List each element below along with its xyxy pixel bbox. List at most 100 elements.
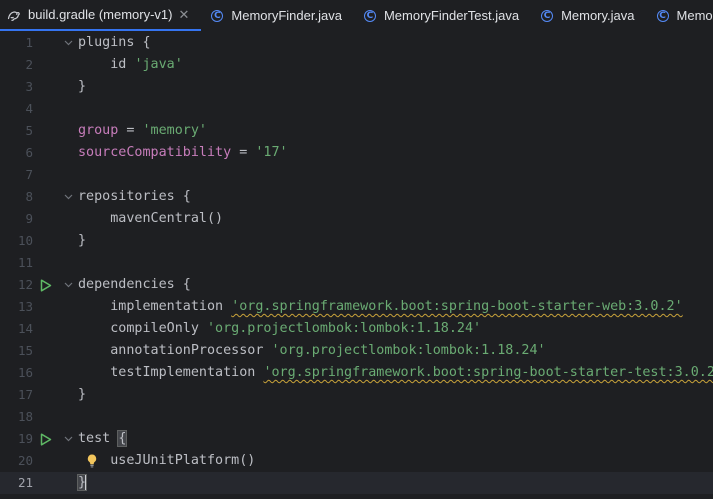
fold-chevron-icon[interactable] <box>63 186 73 208</box>
line-number: 6 <box>25 145 33 160</box>
code-text: sourceCompatibility = '17' <box>78 142 288 164</box>
line-number: 12 <box>17 277 33 292</box>
code-line[interactable]: 1 plugins { <box>0 32 713 54</box>
line-number: 4 <box>25 101 33 116</box>
code-line[interactable]: 3} <box>0 76 713 98</box>
fold-chevron-icon[interactable] <box>63 32 73 54</box>
tab-label: MemoryFinderTest.java <box>383 8 520 23</box>
code-string: 'org.projectlombok:lombok:1.18.24' <box>207 321 482 336</box>
java-class-icon: C <box>539 8 555 24</box>
editor-tab-bar: build.gradle (memory-v1) ✕ C MemoryFinder.j… <box>0 0 713 32</box>
code-line[interactable]: 20 useJUnitPlatform() <box>0 450 713 472</box>
line-number: 14 <box>17 321 33 336</box>
code-line[interactable]: 18 <box>0 406 713 428</box>
line-number: 9 <box>25 211 33 226</box>
tab-memoryc[interactable]: C MemoryC <box>647 0 713 31</box>
tab-memoryfindertest-java[interactable]: C MemoryFinderTest.java <box>354 0 531 31</box>
tab-label: MemoryFinder.java <box>231 8 342 23</box>
code-string: 'memory' <box>142 123 208 138</box>
code-token: = <box>118 123 143 138</box>
code-line[interactable]: 19 test { <box>0 428 713 450</box>
code-line[interactable]: 12 dependencies { <box>0 274 713 296</box>
code-text: repositories { <box>78 186 191 208</box>
code-text: id 'java' <box>78 54 183 76</box>
code-token: implementation <box>78 299 232 314</box>
code-token: plugins { <box>78 35 151 50</box>
code-line[interactable]: 6 sourceCompatibility = '17' <box>0 142 713 164</box>
line-number: 15 <box>17 343 33 358</box>
line-number: 8 <box>25 189 33 204</box>
code-keyword: group <box>78 123 119 138</box>
tab-build-gradle-memory-v1[interactable]: build.gradle (memory-v1) ✕ <box>0 0 202 31</box>
code-editor[interactable]: 1 plugins {2 id 'java' 3} 4 5 group = 'memory… <box>0 31 713 499</box>
code-line[interactable]: 13 implementation 'org.springframework.b… <box>0 296 713 318</box>
line-number: 21 <box>17 475 33 490</box>
gradle-icon <box>6 7 22 23</box>
code-line[interactable]: 10} <box>0 230 713 252</box>
tab-label: Memory.java <box>561 8 635 23</box>
code-keyword: sourceCompatibility <box>78 145 232 160</box>
code-text: dependencies { <box>78 274 191 296</box>
tab-label: MemoryC <box>676 8 713 23</box>
code-token: } <box>78 79 87 94</box>
code-text: test { <box>78 428 128 450</box>
code-text: } <box>76 472 88 494</box>
run-gutter-icon[interactable] <box>39 428 53 450</box>
code-string: '17' <box>255 145 288 160</box>
line-number: 5 <box>25 123 33 138</box>
code-token: useJUnitPlatform() <box>78 453 256 468</box>
java-class-icon: C <box>209 8 225 24</box>
code-string: 'org.springframework.boot:spring-boot-st… <box>263 365 713 380</box>
code-line[interactable]: 14 compileOnly 'org.projectlombok:lombok… <box>0 318 713 340</box>
code-text: plugins { <box>78 32 151 54</box>
tab-memory-java[interactable]: C Memory.java <box>531 0 646 31</box>
code-line[interactable]: 15 annotationProcessor 'org.projectlombo… <box>0 340 713 362</box>
code-token: compileOnly <box>78 321 207 336</box>
fold-chevron-icon[interactable] <box>63 428 73 450</box>
line-number: 16 <box>17 365 33 380</box>
code-token: test <box>78 431 119 446</box>
ide-window: build.gradle (memory-v1) ✕ C MemoryFinder.j… <box>0 0 713 499</box>
line-number: 13 <box>17 299 33 314</box>
code-string: 'org.springframework.boot:spring-boot-st… <box>231 299 683 314</box>
tab-label: build.gradle (memory-v1) <box>28 7 173 22</box>
line-number: 11 <box>17 255 33 270</box>
code-line[interactable]: 2 id 'java' <box>0 54 713 76</box>
code-line[interactable]: 11 <box>0 252 713 274</box>
code-token: } <box>78 387 87 402</box>
code-text: compileOnly 'org.projectlombok:lombok:1.… <box>78 318 481 340</box>
code-text: mavenCentral() <box>78 208 223 230</box>
code-text: } <box>78 230 86 252</box>
line-number: 18 <box>17 409 33 424</box>
line-number: 10 <box>17 233 33 248</box>
fold-chevron-icon[interactable] <box>63 274 73 296</box>
code-line[interactable]: 7 <box>0 164 713 186</box>
code-string: 'org.projectlombok:lombok:1.18.24' <box>271 343 546 358</box>
matched-brace: { <box>117 430 128 447</box>
run-gutter-icon[interactable] <box>39 274 53 296</box>
code-line[interactable]: 8 repositories { <box>0 186 713 208</box>
code-line[interactable]: 9 mavenCentral() <box>0 208 713 230</box>
tab-memoryfinder-java[interactable]: C MemoryFinder.java <box>201 0 354 31</box>
code-text: } <box>78 384 86 406</box>
code-line[interactable]: 5 group = 'memory' <box>0 120 713 142</box>
code-token: id <box>78 57 135 72</box>
line-number: 1 <box>25 35 33 50</box>
code-line[interactable]: 16 testImplementation 'org.springframewo… <box>0 362 713 384</box>
code-line[interactable]: 17} <box>0 384 713 406</box>
code-token: } <box>78 233 87 248</box>
text-caret <box>85 474 87 490</box>
code-token: dependencies { <box>78 277 191 292</box>
close-tab-icon[interactable]: ✕ <box>179 8 190 21</box>
java-class-icon: C <box>362 8 378 24</box>
code-token: annotationProcessor <box>78 343 272 358</box>
code-token: testImplementation <box>78 365 264 380</box>
line-number: 20 <box>17 453 33 468</box>
code-string: 'java' <box>134 57 183 72</box>
code-line[interactable]: 4 <box>0 98 713 120</box>
line-number: 3 <box>25 79 33 94</box>
line-number: 19 <box>17 431 33 446</box>
code-text: annotationProcessor 'org.projectlombok:l… <box>78 340 546 362</box>
line-number: 2 <box>25 57 33 72</box>
code-line[interactable]: 21} <box>0 472 713 494</box>
